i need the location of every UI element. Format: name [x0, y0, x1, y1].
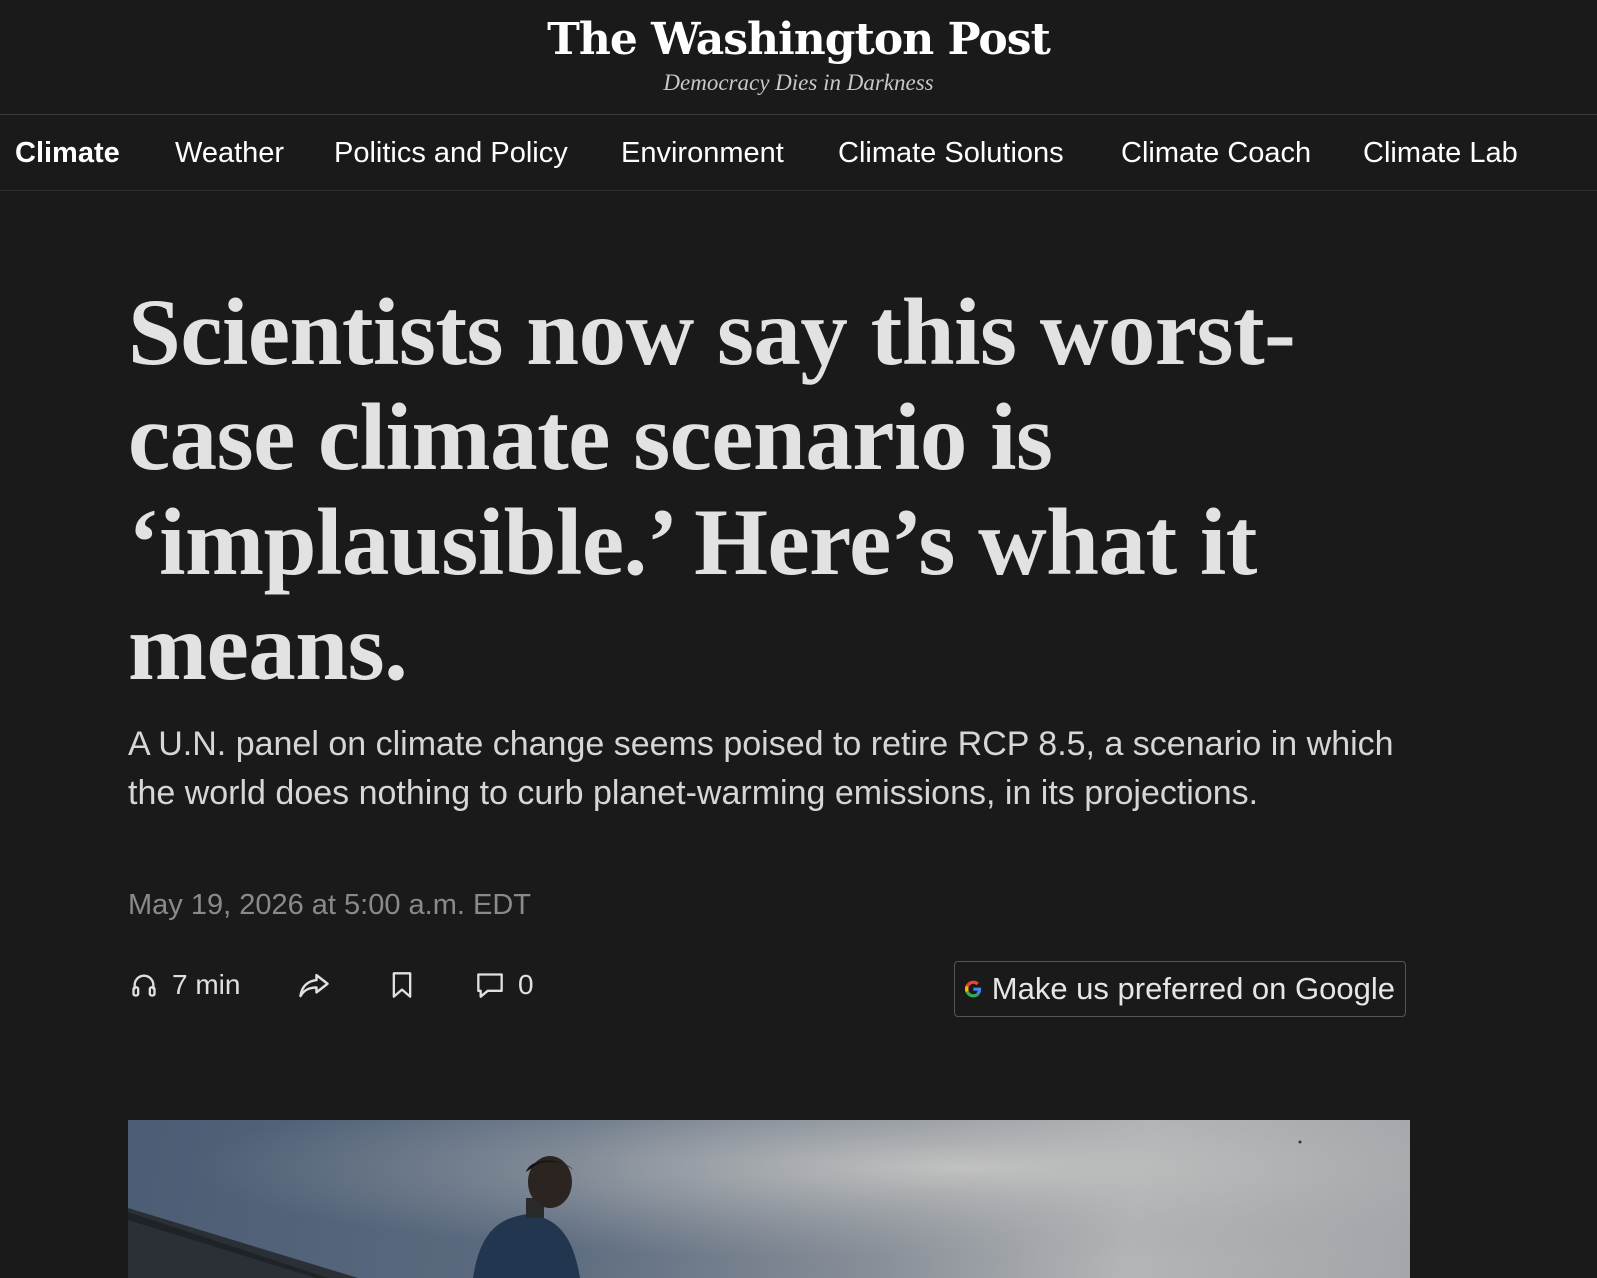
- save-button[interactable]: [390, 965, 414, 1005]
- nav-item-climate[interactable]: Climate: [15, 133, 120, 173]
- listen-duration: 7 min: [172, 969, 241, 1000]
- headphones-icon: [132, 974, 156, 997]
- google-preferred-button[interactable]: Make us preferred on Google: [954, 961, 1406, 1017]
- google-g-icon: [965, 980, 982, 998]
- section-nav: Climate Weather Politics and Policy Envi…: [0, 115, 1597, 191]
- nav-item-environment[interactable]: Environment: [621, 133, 784, 173]
- share-button[interactable]: [298, 965, 330, 1005]
- tagline: Democracy Dies in Darkness: [663, 70, 934, 95]
- hero-photo: [128, 1120, 1410, 1278]
- nav-item-climate-coach[interactable]: Climate Coach: [1121, 133, 1311, 173]
- article-dateline: May 19, 2026 at 5:00 a.m. EDT: [128, 889, 531, 921]
- comment-icon: [477, 973, 503, 998]
- bookmark-icon: [392, 972, 412, 998]
- hero-image: [128, 1120, 1410, 1278]
- nav-item-climate-lab[interactable]: Climate Lab: [1363, 133, 1518, 173]
- listen-button[interactable]: 7 min: [130, 965, 240, 1005]
- article-headline: Scientists now say this worst-case clima…: [128, 279, 1296, 700]
- masthead: The Washington Post Democracy Dies in Da…: [0, 0, 1597, 115]
- share-icon: [299, 973, 329, 998]
- google-button-label: Make us preferred on Google: [991, 971, 1395, 1006]
- article-toolbar: 7 min 0 Make us preferred on Google: [128, 955, 1410, 1025]
- comments-button[interactable]: 0: [476, 965, 534, 1005]
- article-dek: A U.N. panel on climate change seems poi…: [128, 725, 1394, 812]
- nav-item-weather[interactable]: Weather: [175, 133, 284, 173]
- comment-count: 0: [518, 969, 534, 1000]
- nav-item-politics-and-policy[interactable]: Politics and Policy: [334, 133, 568, 173]
- nav-item-climate-solutions[interactable]: Climate Solutions: [838, 133, 1064, 173]
- logo[interactable]: The Washington Post: [0, 12, 1597, 68]
